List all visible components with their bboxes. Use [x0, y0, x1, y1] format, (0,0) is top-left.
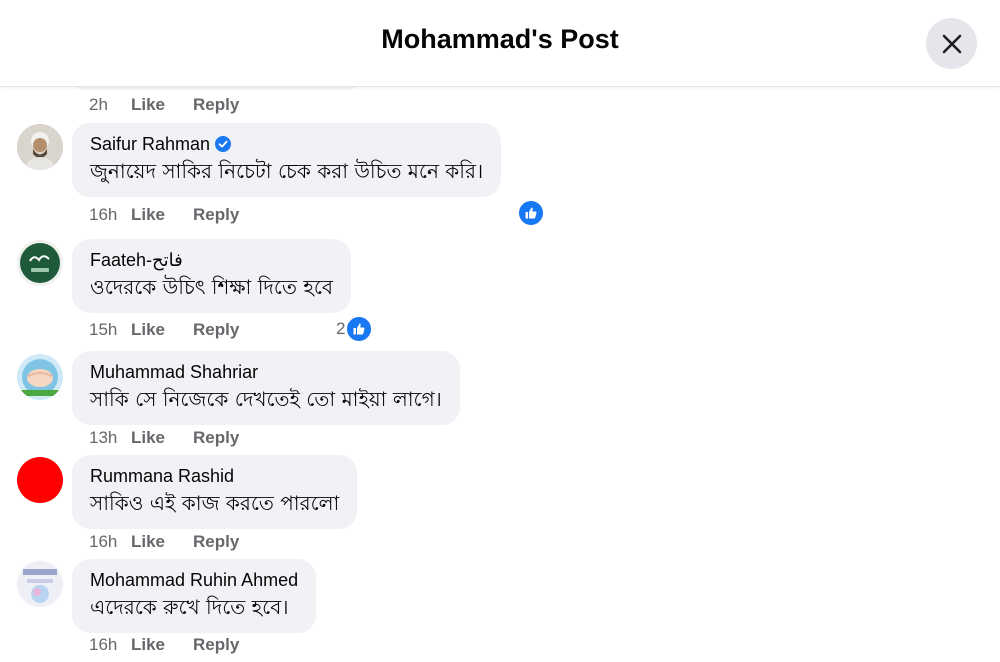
comment-author[interactable]: Saifur Rahman — [90, 133, 210, 155]
reply-button[interactable]: Reply — [193, 95, 239, 115]
like-button[interactable]: Like — [131, 205, 193, 225]
avatar[interactable] — [17, 354, 63, 400]
comment-bubble: Muhammad Shahriar সাকি সে নিজেকে দেখতেই … — [72, 351, 460, 425]
reaction-summary[interactable]: 2 — [336, 315, 374, 343]
reply-button[interactable]: Reply — [193, 532, 239, 552]
comment-author[interactable]: Mohammad Ruhin Ahmed — [90, 569, 298, 591]
comment-actions: 15h Like Reply — [89, 320, 239, 340]
comment-actions: 16h Like Reply — [89, 205, 239, 225]
comment-text: জুনায়েদ সাকির নিচেটা চেক করা উচিত মনে ক… — [90, 159, 484, 183]
comment-bubble: Rummana Rashid সাকিও এই কাজ করতে পারলো — [72, 455, 358, 529]
comment-bubble: Mohammad Ruhin Ahmed এদেরকে রুখে দিতে হব… — [72, 559, 317, 633]
comment-time: 16h — [89, 205, 118, 224]
close-icon — [942, 34, 961, 53]
comment-author[interactable]: Faateh-فاتح — [90, 249, 183, 271]
comment-time: 16h — [89, 532, 118, 551]
page-title: Mohammad's Post — [381, 24, 619, 54]
comment-time: 15h — [89, 320, 118, 339]
avatar[interactable] — [17, 124, 63, 170]
comment-actions: 13h Like Reply — [89, 428, 239, 448]
like-button[interactable]: Like — [131, 320, 193, 340]
comment-actions: 16h Like Reply — [89, 532, 239, 552]
post-dialog-header: Mohammad's Post — [0, 0, 1000, 87]
verified-badge-icon — [215, 136, 232, 152]
comment-time: 2h — [89, 95, 108, 114]
comment-bubble: Saifur Rahman জুনায়েদ সাকির নিচেটা চেক … — [72, 123, 502, 197]
like-button[interactable]: Like — [131, 428, 193, 448]
previous-comment-bubble — [72, 87, 360, 90]
reply-button[interactable]: Reply — [193, 635, 239, 655]
comment-text: ওদেরকে উচিৎ শিক্ষা দিতে হবে — [90, 275, 334, 299]
close-button[interactable] — [926, 18, 977, 69]
comment-text: সাকিও এই কাজ করতে পারলো — [90, 491, 340, 515]
comment-actions: 2h Like Reply — [89, 95, 239, 115]
comment-text: এদেরকে রুখে দিতে হবে। — [90, 595, 289, 619]
comment-actions: 16h Like Reply — [89, 635, 239, 655]
comment-time: 13h — [89, 428, 118, 447]
comment-text: সাকি সে নিজেকে দেখতেই তো মাইয়া লাগে। — [90, 387, 442, 411]
thumbs-up-icon — [345, 315, 374, 343]
avatar[interactable] — [17, 240, 63, 286]
comments-list: 2h Like Reply Saifur Rahman জুনায়েদ সাকির… — [0, 87, 1000, 662]
like-button[interactable]: Like — [131, 95, 193, 115]
thumbs-up-icon — [517, 199, 545, 227]
comment-bubble: Faateh-فاتح ওদেরকে উচিৎ শিক্ষা দিতে হবে — [72, 239, 352, 313]
comment-author[interactable]: Muhammad Shahriar — [90, 361, 258, 383]
reply-button[interactable]: Reply — [193, 320, 239, 340]
reaction-count: 2 — [336, 319, 346, 338]
avatar[interactable] — [17, 457, 63, 503]
reaction-summary[interactable] — [517, 199, 545, 227]
comment-author[interactable]: Rummana Rashid — [90, 465, 234, 487]
comment-time: 16h — [89, 635, 118, 654]
like-button[interactable]: Like — [131, 532, 193, 552]
reply-button[interactable]: Reply — [193, 205, 239, 225]
avatar[interactable] — [17, 561, 63, 607]
reply-button[interactable]: Reply — [193, 428, 239, 448]
like-button[interactable]: Like — [131, 635, 193, 655]
